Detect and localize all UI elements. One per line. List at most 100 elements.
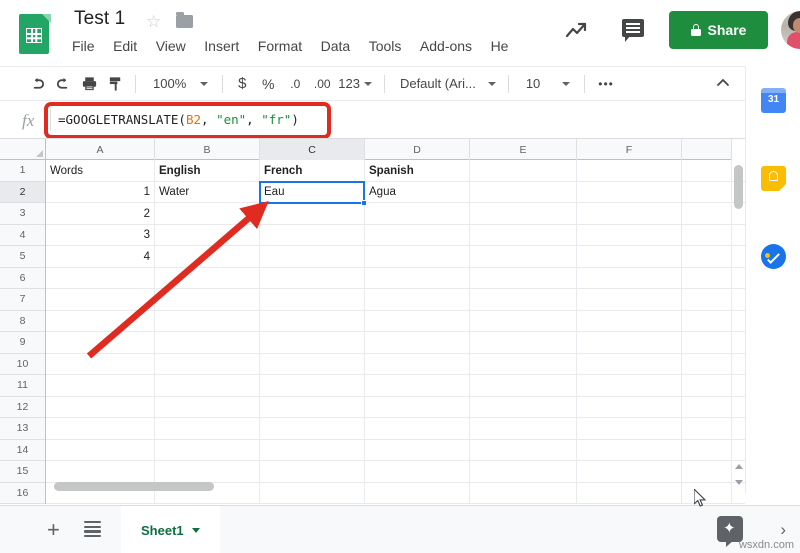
row-header-8[interactable]: 8 — [0, 311, 45, 332]
cell-D2[interactable]: Agua — [365, 181, 470, 203]
menu-item-edit[interactable]: Edit — [113, 38, 137, 54]
cell-F11[interactable] — [577, 375, 682, 397]
menu-item-insert[interactable]: Insert — [204, 38, 239, 54]
cell-E2[interactable] — [470, 181, 577, 203]
cell-C1[interactable]: French — [260, 160, 365, 182]
cell-B10[interactable] — [155, 353, 260, 375]
select-all-corner[interactable] — [0, 139, 46, 160]
cell-C3[interactable] — [260, 203, 365, 225]
cell-E11[interactable] — [470, 375, 577, 397]
cell-E12[interactable] — [470, 396, 577, 418]
cell-F8[interactable] — [577, 310, 682, 332]
avatar[interactable] — [781, 11, 800, 49]
scroll-up-button[interactable] — [735, 464, 743, 469]
sheet-tab-sheet1[interactable]: Sheet1 — [121, 506, 220, 553]
cell-A4[interactable]: 3 — [46, 224, 155, 246]
cell-C11[interactable] — [260, 375, 365, 397]
cell-E8[interactable] — [470, 310, 577, 332]
cell-A6[interactable] — [46, 267, 155, 289]
cell-C8[interactable] — [260, 310, 365, 332]
cell-E10[interactable] — [470, 353, 577, 375]
cell-x2[interactable] — [682, 181, 732, 203]
cell-B9[interactable] — [155, 332, 260, 354]
vertical-scroll-thumb[interactable] — [734, 165, 743, 209]
share-button[interactable]: Share — [669, 11, 768, 49]
cell-B5[interactable] — [155, 246, 260, 268]
cell-A12[interactable] — [46, 396, 155, 418]
cell-D15[interactable] — [365, 461, 470, 483]
cell-D7[interactable] — [365, 289, 470, 311]
menu-item-file[interactable]: File — [72, 38, 95, 54]
row-header-2[interactable]: 2 — [0, 181, 45, 203]
cell-A13[interactable] — [46, 418, 155, 440]
cell-C10[interactable] — [260, 353, 365, 375]
cell-x12[interactable] — [682, 396, 732, 418]
column-header-f[interactable]: F — [577, 139, 682, 160]
row-header-5[interactable]: 5 — [0, 246, 45, 268]
cell-F9[interactable] — [577, 332, 682, 354]
cell-E7[interactable] — [470, 289, 577, 311]
row-header-15[interactable]: 15 — [0, 461, 45, 483]
cell-B12[interactable] — [155, 396, 260, 418]
cell-C13[interactable] — [260, 418, 365, 440]
row-header-4[interactable]: 4 — [0, 225, 45, 246]
horizontal-scroll-thumb[interactable] — [54, 482, 214, 491]
row-header-1[interactable]: 1 — [0, 160, 45, 182]
cell-D8[interactable] — [365, 310, 470, 332]
menu-item-format[interactable]: Format — [258, 38, 302, 54]
row-header-6[interactable]: 6 — [0, 268, 45, 289]
google-tasks-icon[interactable] — [761, 244, 786, 269]
cell-C12[interactable] — [260, 396, 365, 418]
cell-A9[interactable] — [46, 332, 155, 354]
number-format-chevron-down-icon[interactable] — [363, 81, 372, 86]
cell-B2[interactable]: Water — [155, 181, 260, 203]
document-title[interactable]: Test 1 — [74, 8, 125, 30]
increase-decimal-button[interactable]: .00 — [308, 77, 336, 91]
cell-F2[interactable] — [577, 181, 682, 203]
chevron-down-icon[interactable] — [191, 527, 200, 533]
google-keep-icon[interactable] — [761, 166, 786, 191]
scroll-down-button[interactable] — [735, 480, 743, 485]
star-icon[interactable]: ☆ — [146, 13, 163, 30]
horizontal-scrollbar[interactable] — [47, 482, 729, 491]
cell-B7[interactable] — [155, 289, 260, 311]
cell-A14[interactable] — [46, 439, 155, 461]
cell-D9[interactable] — [365, 332, 470, 354]
zoom-level[interactable]: 100% — [153, 76, 186, 91]
undo-icon[interactable] — [24, 72, 50, 96]
cell-x13[interactable] — [682, 418, 732, 440]
cell-B8[interactable] — [155, 310, 260, 332]
cell-B6[interactable] — [155, 267, 260, 289]
cell-E1[interactable] — [470, 160, 577, 182]
cell-D4[interactable] — [365, 224, 470, 246]
cell-A7[interactable] — [46, 289, 155, 311]
comment-icon[interactable] — [622, 19, 644, 42]
cell-D6[interactable] — [365, 267, 470, 289]
chevron-down-icon[interactable] — [200, 81, 209, 86]
decrease-decimal-button[interactable]: .0 — [282, 77, 308, 91]
cell-F3[interactable] — [577, 203, 682, 225]
cell-E14[interactable] — [470, 439, 577, 461]
menu-item-help[interactable]: He — [491, 38, 509, 54]
column-header-c[interactable]: C — [260, 139, 365, 160]
cell-B3[interactable] — [155, 203, 260, 225]
cell-C14[interactable] — [260, 439, 365, 461]
cell-D11[interactable] — [365, 375, 470, 397]
column-header-end[interactable] — [682, 139, 732, 160]
column-header-d[interactable]: D — [365, 139, 470, 160]
cell-B14[interactable] — [155, 439, 260, 461]
cell-F12[interactable] — [577, 396, 682, 418]
add-sheet-icon[interactable]: + — [47, 519, 60, 541]
cell-x4[interactable] — [682, 224, 732, 246]
cell-B15[interactable] — [155, 461, 260, 483]
cell-E4[interactable] — [470, 224, 577, 246]
cell-E13[interactable] — [470, 418, 577, 440]
cell-F10[interactable] — [577, 353, 682, 375]
cell-D13[interactable] — [365, 418, 470, 440]
cell-x15[interactable] — [682, 461, 732, 483]
cell-x3[interactable] — [682, 203, 732, 225]
font-family-selector[interactable]: Default (Ari... — [400, 76, 476, 91]
more-options-button[interactable]: ••• — [598, 77, 614, 91]
cell-D5[interactable] — [365, 246, 470, 268]
number-format-button[interactable]: 123 — [338, 76, 360, 91]
